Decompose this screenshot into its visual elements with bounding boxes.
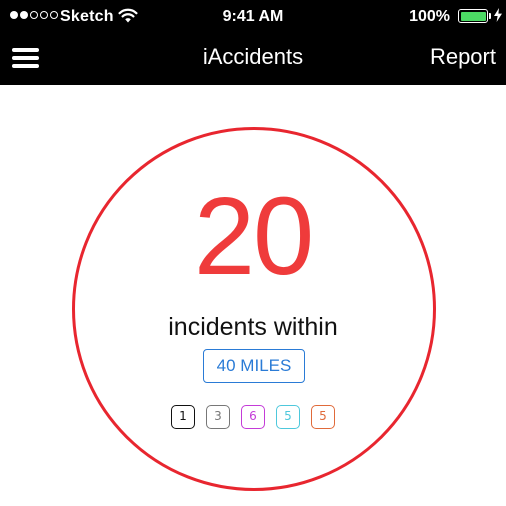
battery-icon [458, 9, 488, 23]
hamburger-menu-icon[interactable] [12, 44, 42, 72]
menu-bar [12, 48, 39, 52]
badge-row: 1 3 6 5 5 [0, 405, 506, 429]
menu-bar [12, 56, 39, 60]
app-screen: Sketch 9:41 AM 100% iAccidents Report 20… [0, 0, 506, 506]
battery-tip [489, 13, 491, 19]
navigation-bar: iAccidents Report [0, 34, 506, 85]
badge-4[interactable]: 5 [276, 405, 300, 429]
bolt-icon [494, 8, 502, 26]
status-bar: Sketch 9:41 AM 100% [0, 0, 506, 34]
badge-5[interactable]: 5 [311, 405, 335, 429]
incident-count: 20 [193, 175, 314, 298]
badge-1[interactable]: 1 [171, 405, 195, 429]
report-button[interactable]: Report [430, 42, 496, 72]
badge-3[interactable]: 6 [241, 405, 265, 429]
incidents-subtitle: incidents within [168, 313, 338, 341]
battery-level [460, 11, 486, 21]
radius-button[interactable]: 40 MILES [203, 349, 305, 383]
main-content: 20 incidents within 40 MILES 1 3 6 5 5 [0, 85, 506, 506]
header: Sketch 9:41 AM 100% iAccidents Report [0, 0, 506, 85]
battery-percentage: 100% [409, 8, 450, 25]
menu-bar [12, 64, 39, 68]
badge-2[interactable]: 3 [206, 405, 230, 429]
